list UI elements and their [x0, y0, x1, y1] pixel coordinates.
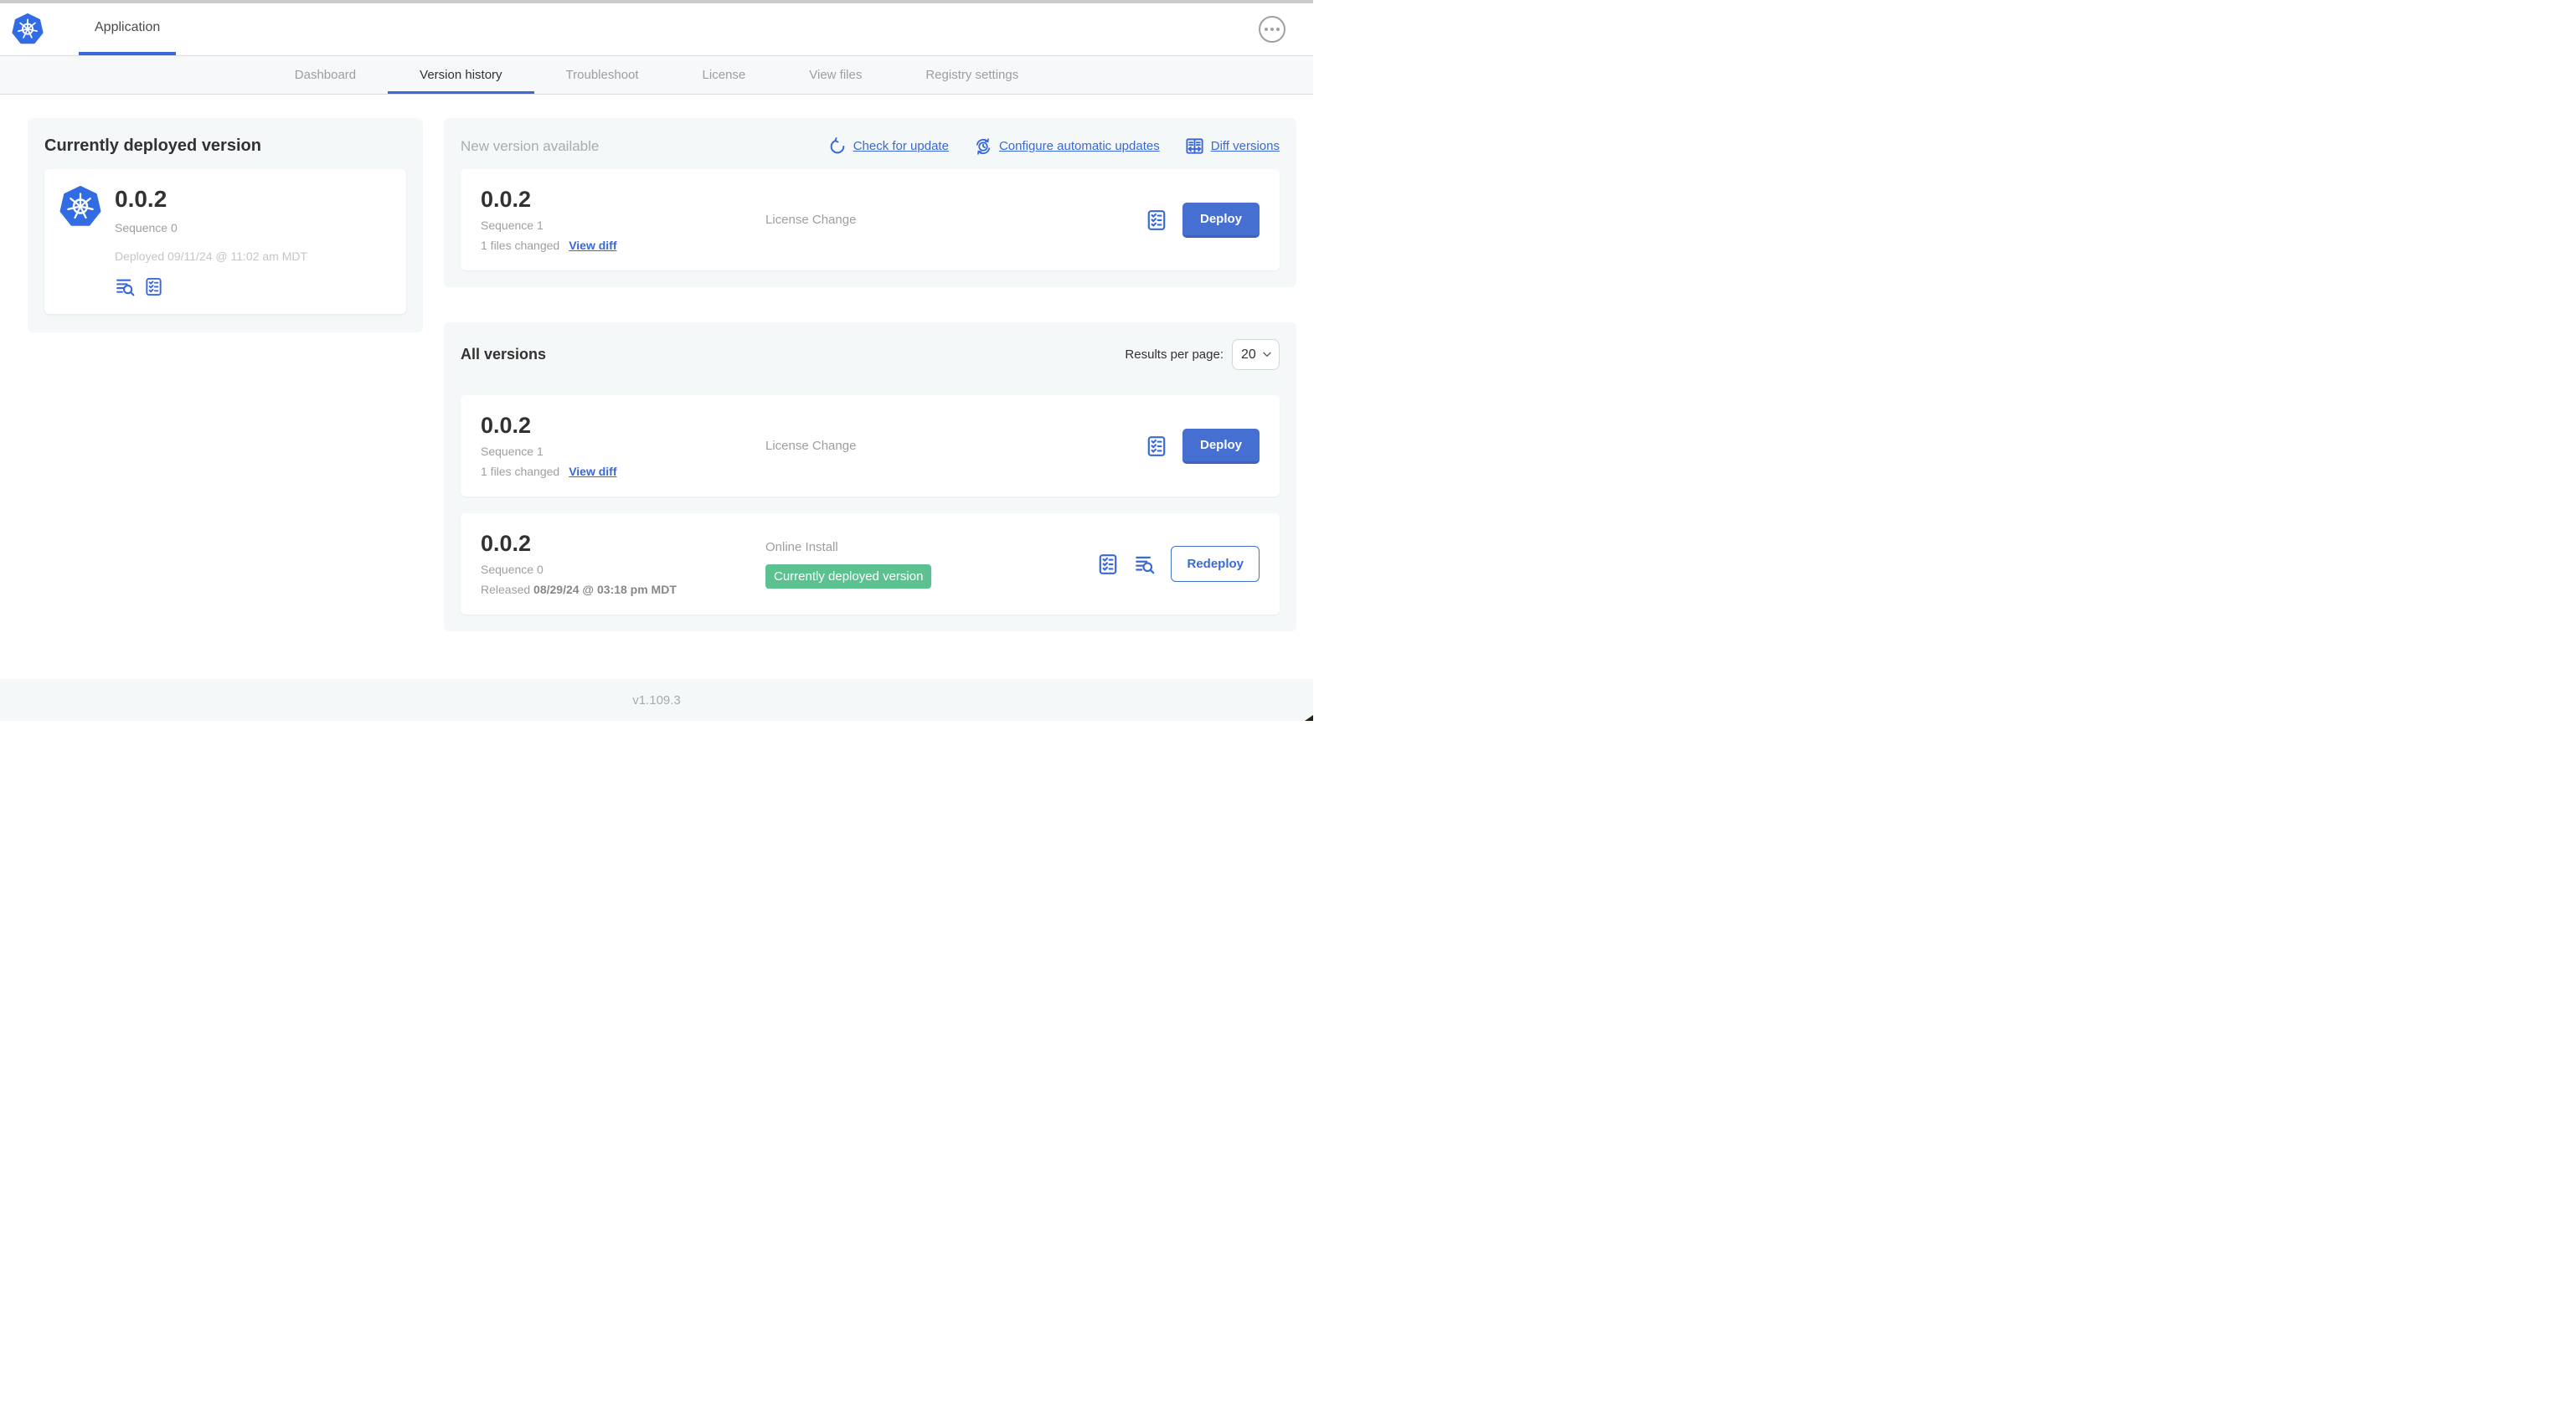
- version-logs-button[interactable]: [1134, 553, 1156, 575]
- version-number: 0.0.2: [481, 412, 532, 438]
- diff-versions-link[interactable]: Diff versions: [1185, 136, 1280, 156]
- new-version-title: New version available: [461, 137, 600, 154]
- all-versions-panel: All versions Results per page: 20 0.0.2 …: [444, 322, 1296, 631]
- version-number: 0.0.2: [481, 530, 532, 556]
- version-sequence: Sequence 1: [481, 445, 544, 459]
- version-number: 0.0.2: [481, 186, 532, 212]
- checklist-icon: [146, 277, 162, 296]
- kubernetes-logo-icon: [12, 13, 44, 45]
- tab-license[interactable]: License: [671, 56, 778, 94]
- footer: v1.109.3: [0, 679, 1313, 721]
- check-for-update-link[interactable]: Check for update: [828, 136, 949, 156]
- version-row-sequence-1: 0.0.2 Sequence 1 1 files changed View di…: [461, 395, 1280, 497]
- tab-dashboard[interactable]: Dashboard: [263, 56, 388, 94]
- version-source-label: License Change: [765, 213, 857, 227]
- console-version: v1.109.3: [632, 692, 681, 708]
- main-content: Currently deployed version 0.0.2 Sequenc…: [0, 95, 1313, 631]
- more-options-button[interactable]: [1259, 16, 1285, 43]
- version-source-label: Online Install: [765, 539, 838, 554]
- version-config-button[interactable]: [1097, 553, 1119, 575]
- deploy-button[interactable]: Deploy: [1182, 428, 1260, 464]
- version-config-button[interactable]: [1146, 435, 1167, 457]
- new-version-row: 0.0.2 Sequence 1 1 files changed View di…: [461, 169, 1280, 270]
- version-row-sequence-0: 0.0.2 Sequence 0 Released 08/29/24 @ 03:…: [461, 513, 1280, 615]
- files-changed-label: 1 files changed: [481, 465, 560, 479]
- released-timestamp: 08/29/24 @ 03:18 pm MDT: [533, 583, 677, 597]
- currently-deployed-badge: Currently deployed version: [765, 563, 932, 589]
- deployed-version-number: 0.0.2: [115, 186, 167, 212]
- view-diff-link[interactable]: View diff: [569, 239, 616, 252]
- deploy-button[interactable]: Deploy: [1182, 202, 1260, 238]
- secondary-nav: Dashboard Version history Troubleshoot L…: [0, 55, 1313, 95]
- checklist-icon: [1147, 435, 1166, 456]
- version-source-label: License Change: [765, 439, 857, 453]
- checklist-icon: [1147, 209, 1166, 230]
- configure-automatic-updates-link[interactable]: Configure automatic updates: [974, 137, 1160, 156]
- results-per-page-label: Results per page:: [1125, 347, 1224, 362]
- files-changed-label: 1 files changed: [481, 239, 560, 253]
- tab-view-files[interactable]: View files: [777, 56, 894, 94]
- deployed-sequence: Sequence 0: [115, 221, 178, 234]
- view-logs-button[interactable]: [115, 276, 136, 297]
- tab-registry-settings[interactable]: Registry settings: [894, 56, 1050, 94]
- refresh-icon: [830, 136, 845, 153]
- released-label: Released: [481, 583, 531, 597]
- app-header: Application: [0, 3, 1313, 55]
- all-versions-title: All versions: [461, 346, 547, 363]
- right-column: New version available Check for update C…: [444, 118, 1296, 631]
- currently-deployed-title: Currently deployed version: [44, 136, 261, 155]
- redeploy-button[interactable]: Redeploy: [1171, 546, 1260, 582]
- view-config-button[interactable]: [144, 277, 163, 296]
- cursor-artifact: [1305, 715, 1313, 721]
- tab-version-history[interactable]: Version history: [388, 56, 533, 94]
- results-per-page-select[interactable]: 20: [1232, 339, 1280, 370]
- ellipsis-icon: [1265, 28, 1268, 31]
- new-version-panel: New version available Check for update C…: [444, 118, 1296, 287]
- auto-update-clock-icon: [976, 137, 991, 155]
- tab-troubleshoot[interactable]: Troubleshoot: [534, 56, 671, 94]
- checklist-icon: [1100, 553, 1117, 574]
- version-sequence: Sequence 1: [481, 219, 544, 233]
- deployed-timestamp: Deployed 09/11/24 @ 11:02 am MDT: [115, 250, 308, 263]
- logs-icon: [116, 279, 135, 296]
- view-diff-link[interactable]: View diff: [569, 465, 616, 478]
- kubernetes-app-icon: [59, 186, 101, 228]
- diff-icon: [1186, 138, 1203, 154]
- version-sequence: Sequence 0: [481, 563, 544, 577]
- logs-icon: [1136, 556, 1155, 574]
- tab-application[interactable]: Application: [79, 3, 177, 55]
- currently-deployed-card: 0.0.2 Sequence 0 Deployed 09/11/24 @ 11:…: [44, 169, 406, 314]
- version-config-button[interactable]: [1146, 209, 1167, 231]
- currently-deployed-panel: Currently deployed version 0.0.2 Sequenc…: [28, 118, 423, 332]
- application-tab-label: Application: [95, 20, 161, 34]
